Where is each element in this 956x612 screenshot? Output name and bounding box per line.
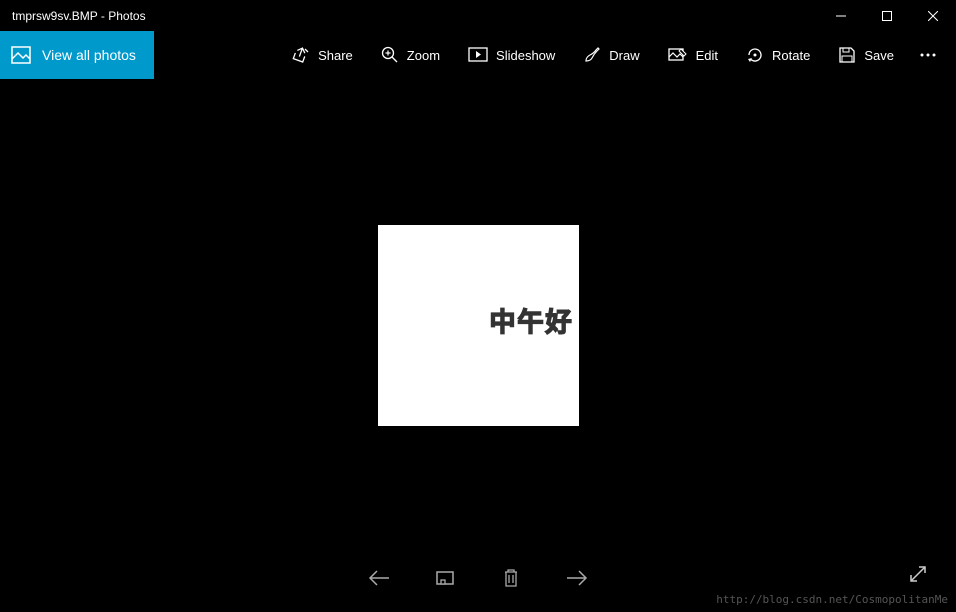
bottom-controls [365, 564, 591, 592]
zoom-button[interactable]: Zoom [367, 31, 454, 79]
photo-text: 中午好 [489, 302, 573, 339]
arrow-left-icon [368, 569, 390, 587]
draw-button[interactable]: Draw [569, 31, 653, 79]
titlebar: tmprsw9sv.BMP - Photos [0, 0, 956, 31]
window-controls [818, 0, 956, 31]
share-button[interactable]: Share [278, 31, 367, 79]
collection-button[interactable] [431, 564, 459, 592]
edit-label: Edit [696, 48, 718, 63]
toolbar: View all photos Share Zoom Slideshow Dra [0, 31, 956, 79]
share-icon [292, 46, 310, 64]
minimize-icon [836, 11, 846, 21]
rotate-label: Rotate [772, 48, 810, 63]
watermark: http://blog.csdn.net/CosmopolitanMe [716, 593, 948, 606]
more-button[interactable] [908, 31, 948, 79]
draw-icon [583, 46, 601, 64]
edit-icon [668, 46, 688, 64]
zoom-label: Zoom [407, 48, 440, 63]
draw-label: Draw [609, 48, 639, 63]
rotate-icon [746, 46, 764, 64]
arrow-right-icon [566, 569, 588, 587]
zoom-icon [381, 46, 399, 64]
rotate-button[interactable]: Rotate [732, 31, 824, 79]
maximize-icon [882, 11, 892, 21]
edit-button[interactable]: Edit [654, 31, 732, 79]
next-button[interactable] [563, 564, 591, 592]
window-title: tmprsw9sv.BMP - Photos [12, 9, 146, 23]
share-label: Share [318, 48, 353, 63]
save-icon [838, 46, 856, 64]
save-label: Save [864, 48, 894, 63]
fullscreen-icon [908, 564, 928, 584]
delete-button[interactable] [497, 564, 525, 592]
view-all-photos-button[interactable]: View all photos [0, 31, 154, 79]
trash-icon [503, 568, 519, 588]
collection-icon [435, 569, 455, 587]
maximize-button[interactable] [864, 0, 910, 31]
more-icon [920, 53, 936, 57]
image-icon [10, 44, 32, 66]
fullscreen-button[interactable] [904, 560, 932, 588]
photo-image: 中午好 [378, 225, 579, 426]
view-all-photos-label: View all photos [42, 47, 136, 63]
toolbar-buttons: Share Zoom Slideshow Draw Edit [278, 31, 956, 79]
close-button[interactable] [910, 0, 956, 31]
canvas-area: 中午好 [0, 79, 956, 612]
previous-button[interactable] [365, 564, 393, 592]
save-button[interactable]: Save [824, 31, 908, 79]
slideshow-label: Slideshow [496, 48, 555, 63]
slideshow-button[interactable]: Slideshow [454, 31, 569, 79]
close-icon [928, 11, 938, 21]
minimize-button[interactable] [818, 0, 864, 31]
slideshow-icon [468, 46, 488, 64]
